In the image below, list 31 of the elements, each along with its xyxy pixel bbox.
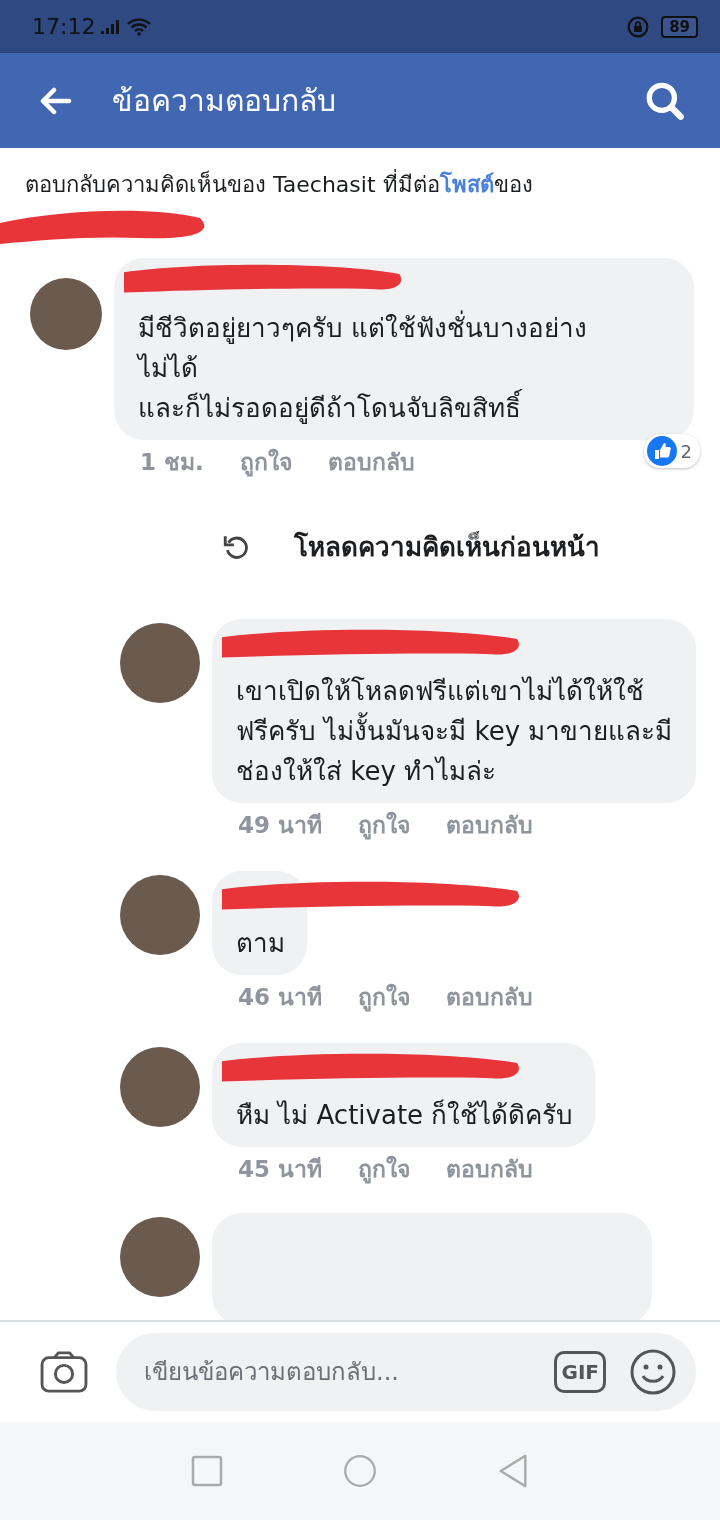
comment-text: ตาม (236, 927, 285, 960)
reply-link[interactable]: ตอบกลับ (446, 979, 533, 1015)
wifi-icon (127, 17, 152, 36)
comment-time: 49 นาที (238, 811, 322, 840)
back-arrow-icon[interactable] (38, 86, 72, 115)
reply-input[interactable]: เขียนข้อความตอบกลับ... GIF (116, 1333, 696, 1411)
reply-link[interactable]: ตอบกลับ (327, 444, 415, 480)
page-title: ข้อความตอบกลับ (112, 82, 336, 120)
like-link[interactable]: ถูกใจ (358, 979, 410, 1015)
comment-text: หืม ไม่ Activate ก็ใช้ได้ดิครับ (236, 1098, 574, 1132)
like-link[interactable]: ถูกใจ (239, 444, 292, 480)
clock: 17:12 (32, 14, 96, 39)
battery-indicator: 89 (661, 15, 698, 38)
gif-button[interactable]: GIF (554, 1351, 606, 1393)
comment-time: 45 นาที (238, 1155, 322, 1184)
like-link[interactable]: ถูกใจ (358, 807, 410, 843)
reply-link[interactable]: ตอบกลับ (446, 1151, 533, 1187)
like-link[interactable]: ถูกใจ (358, 1151, 410, 1187)
smiley-icon[interactable] (630, 1349, 676, 1395)
reaction-count[interactable]: 2 (643, 434, 700, 468)
camera-icon[interactable] (40, 1351, 88, 1393)
post-link[interactable]: โพสต์ (439, 172, 494, 197)
reply-link[interactable]: ตอบกลับ (446, 807, 533, 843)
comment-text: เขาเปิดให้โหลดฟรีแต่เขาไม่ได้ให้ใช้ฟรีครับ ไม่งั้นมันจะมี key มาขายและมีช่องให้ใส่ key ทำไมล่ะ (236, 675, 674, 788)
signal-icon (101, 19, 122, 34)
load-previous-link[interactable]: โหลดความคิดเห็นก่อนหน้า (294, 526, 600, 567)
comment-time: 1 ชม. (140, 448, 204, 477)
comment-time: 46 นาที (238, 983, 322, 1012)
like-icon (646, 436, 677, 466)
lock-icon (627, 15, 650, 38)
comment-text: มีชีวิตอยู่ยาวๆครับ แต่ใช้ฟังชั่นบางอย่าง ไม่ได้ และก็ไม่รอดอยู่ดีถ้าโดนจับลิขสิทธิ์ (138, 308, 672, 428)
